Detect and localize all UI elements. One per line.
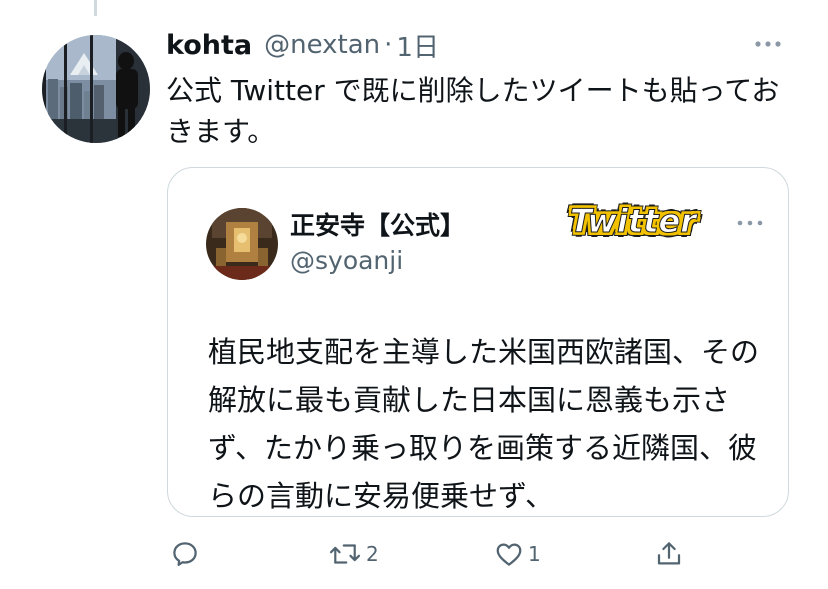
quoted-more-dots-icon (737, 220, 763, 226)
timestamp[interactable]: 1日 (396, 27, 439, 64)
retweet-count: 2 (366, 542, 379, 566)
like-count: 1 (528, 542, 541, 566)
tweet-text: 公式 Twitter で既に削除したツイートも貼っておきます。 (166, 74, 780, 148)
quoted-avatar-photo (206, 208, 278, 280)
quoted-user-handle[interactable]: @syoanji (290, 246, 403, 275)
thread-line (94, 0, 97, 16)
author-avatar[interactable] (42, 35, 150, 143)
quoted-display-name[interactable]: 正安寺【公式】 (290, 206, 465, 242)
like-button[interactable]: 1 (494, 534, 541, 574)
user-handle[interactable]: @nextan (264, 30, 380, 60)
share-icon (657, 542, 681, 565)
reply-icon (173, 542, 197, 566)
retweet-button[interactable]: 2 (328, 534, 379, 574)
avatar-photo (42, 35, 150, 143)
quoted-tweet-card[interactable]: 正安寺【公式】 @syoanji Twitter 植民地支配を主導した米国西欧諸… (167, 167, 789, 517)
tweet-actions: 2 1 (0, 534, 828, 574)
quoted-avatar[interactable] (206, 208, 278, 280)
more-icon[interactable] (748, 32, 788, 56)
quoted-more-icon[interactable] (728, 212, 772, 234)
separator-dot: · (384, 30, 393, 60)
display-name[interactable]: kohta (166, 30, 252, 61)
heart-icon (496, 543, 522, 566)
twitter-stamp-label: Twitter (569, 202, 697, 241)
retweet-icon (329, 544, 361, 564)
reply-button[interactable] (170, 534, 204, 574)
share-button[interactable] (654, 534, 688, 574)
quoted-tweet-text: 植民地支配を主導した米国西欧諸国、その解放に最も貢献した日本国に恩義も示さず、た… (208, 335, 760, 513)
tweet-header: kohta @nextan · 1日 (166, 27, 439, 64)
more-dots-icon (755, 41, 781, 47)
